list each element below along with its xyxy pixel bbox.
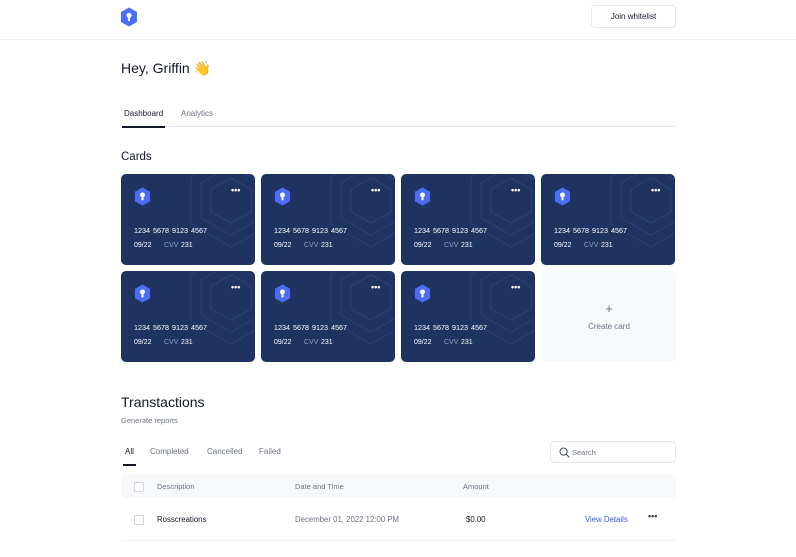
card-cvv-label: CVV [164, 242, 179, 249]
card-expiry: 09/22 [414, 339, 432, 346]
card-number: 1234 5678 9123 4567 [554, 226, 627, 235]
hexagon-keyhole-icon [134, 187, 151, 206]
transactions-title: Transtactions [121, 394, 205, 410]
create-card-button[interactable]: + Create card [542, 271, 676, 362]
search-icon [559, 447, 570, 458]
hexagon-keyhole-icon [414, 187, 431, 206]
table-row: Rosscreations December 01, 2022 12:00 PM… [121, 498, 676, 541]
row-datetime: December 01, 2022 12:00 PM [295, 515, 400, 524]
more-horizontal-icon[interactable]: ••• [648, 512, 657, 521]
hexagon-keyhole-icon [414, 284, 431, 303]
card-number: 1234 5678 9123 4567 [414, 323, 487, 332]
card-number: 1234 5678 9123 4567 [274, 226, 347, 235]
card-expiry: 09/22 [554, 242, 572, 249]
cards-section-title: Cards [121, 151, 152, 163]
tab-all[interactable]: All [123, 447, 136, 466]
card-cvv-value: 231 [601, 242, 613, 249]
more-horizontal-icon[interactable]: ••• [511, 186, 520, 195]
card-expiry: 09/22 [274, 339, 292, 346]
credit-card[interactable]: ••• 1234 5678 9123 4567 09/22 CVV 231 [261, 271, 395, 362]
row-checkbox[interactable] [134, 515, 144, 525]
more-horizontal-icon[interactable]: ••• [511, 283, 520, 292]
card-cvv-label: CVV [444, 339, 459, 346]
tab-failed[interactable]: Failed [259, 447, 281, 456]
view-details-link[interactable]: View Details [585, 515, 628, 524]
card-cvv-label: CVV [304, 339, 319, 346]
select-all-checkbox[interactable] [134, 482, 144, 492]
hexagon-keyhole-icon[interactable] [120, 7, 138, 27]
card-expiry: 09/22 [134, 339, 152, 346]
hexagon-keyhole-icon [274, 187, 291, 206]
more-horizontal-icon[interactable]: ••• [231, 283, 240, 292]
card-expiry: 09/22 [134, 242, 152, 249]
tab-completed[interactable]: Completed [150, 447, 189, 456]
tab-dashboard[interactable]: Dashboard [121, 109, 166, 128]
card-expiry: 09/22 [274, 242, 292, 249]
create-card-label: Create card [588, 322, 630, 331]
hexagon-keyhole-icon [554, 187, 571, 206]
card-number: 1234 5678 9123 4567 [134, 323, 207, 332]
column-header-amount: Amount [463, 482, 489, 491]
tab-analytics[interactable]: Analytics [181, 109, 213, 118]
top-bar: Join whitelist [0, 0, 796, 40]
card-cvv-value: 231 [321, 242, 333, 249]
plus-icon: + [605, 301, 613, 316]
main-tabs: Dashboard Analytics [121, 106, 676, 128]
more-horizontal-icon[interactable]: ••• [371, 283, 380, 292]
credit-card[interactable]: ••• 1234 5678 9123 4567 09/22 CVV 231 [401, 174, 535, 265]
row-amount: $0.00 [466, 515, 486, 524]
card-cvv-value: 231 [461, 242, 473, 249]
greeting-heading: Hey, Griffin 👋 [121, 60, 212, 76]
join-whitelist-button[interactable]: Join whitelist [591, 5, 676, 28]
card-cvv-label: CVV [304, 242, 319, 249]
card-cvv-label: CVV [444, 242, 459, 249]
search-input[interactable] [572, 446, 668, 459]
transactions-subtitle: Generate reports [121, 416, 178, 425]
credit-card[interactable]: ••• 1234 5678 9123 4567 09/22 CVV 231 [261, 174, 395, 265]
hexagon-keyhole-icon [134, 284, 151, 303]
card-cvv-value: 231 [181, 242, 193, 249]
card-number: 1234 5678 9123 4567 [414, 226, 487, 235]
transaction-tabs: All Completed Cancelled Failed [121, 445, 291, 466]
card-number: 1234 5678 9123 4567 [274, 323, 347, 332]
card-cvv-label: CVV [164, 339, 179, 346]
row-description: Rosscreations [157, 515, 207, 524]
search-box[interactable] [550, 441, 676, 463]
credit-card[interactable]: ••• 1234 5678 9123 4567 09/22 CVV 231 [121, 174, 255, 265]
card-expiry: 09/22 [414, 242, 432, 249]
card-cvv-value: 231 [181, 339, 193, 346]
more-horizontal-icon[interactable]: ••• [371, 186, 380, 195]
more-horizontal-icon[interactable]: ••• [231, 186, 240, 195]
hexagon-keyhole-icon [274, 284, 291, 303]
more-horizontal-icon[interactable]: ••• [651, 186, 660, 195]
credit-card[interactable]: ••• 1234 5678 9123 4567 09/22 CVV 231 [121, 271, 255, 362]
tab-cancelled[interactable]: Cancelled [207, 447, 243, 456]
table-header: Description Date and Time Amount [121, 475, 676, 498]
card-number: 1234 5678 9123 4567 [134, 226, 207, 235]
card-cvv-label: CVV [584, 242, 599, 249]
card-cvv-value: 231 [461, 339, 473, 346]
column-header-description: Description [157, 482, 195, 491]
column-header-date-time: Date and Time [295, 482, 344, 491]
card-cvv-value: 231 [321, 339, 333, 346]
credit-card[interactable]: ••• 1234 5678 9123 4567 09/22 CVV 231 [401, 271, 535, 362]
credit-card[interactable]: ••• 1234 5678 9123 4567 09/22 CVV 231 [541, 174, 675, 265]
